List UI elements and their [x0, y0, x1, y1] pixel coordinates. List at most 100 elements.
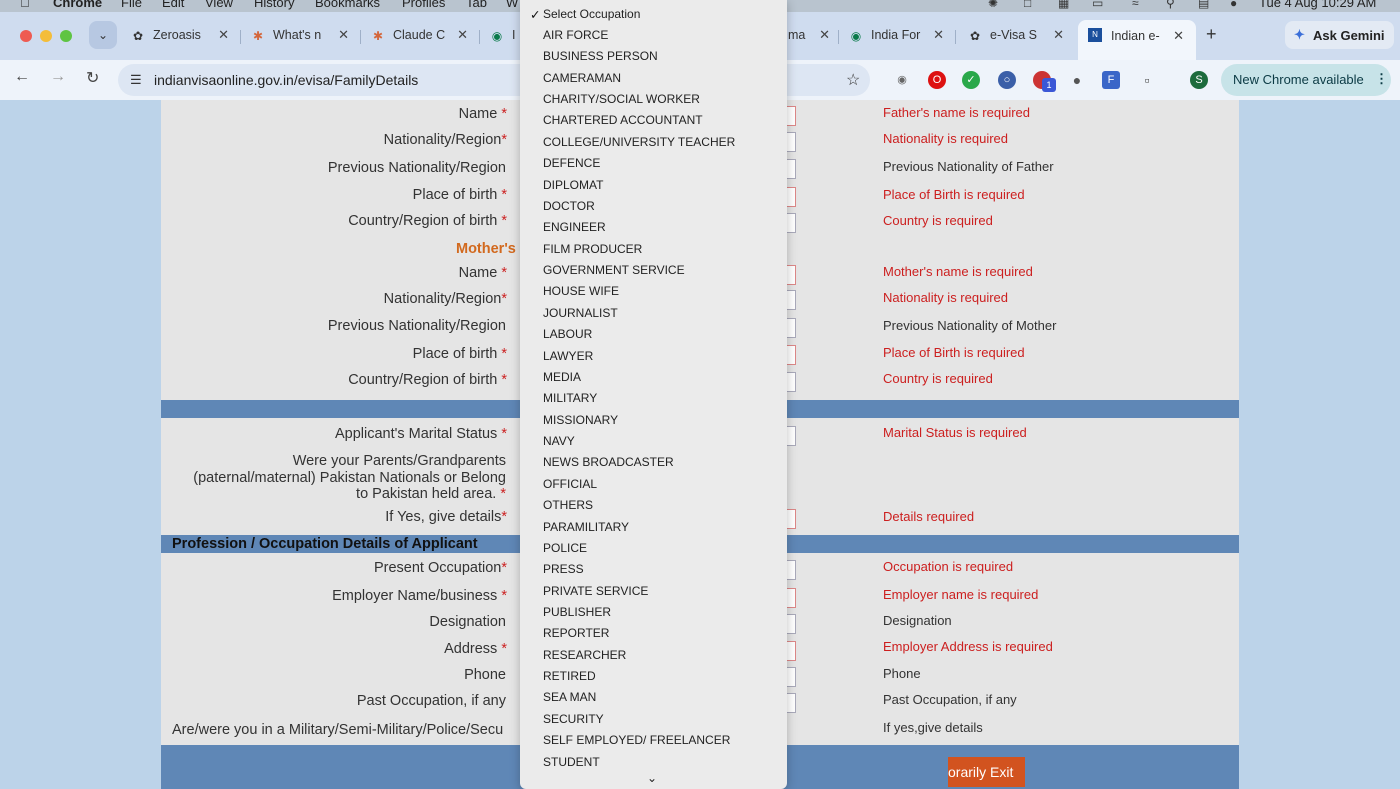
past-occupation-select-edge[interactable]	[787, 693, 796, 713]
reload-icon[interactable]: ↻	[86, 68, 99, 88]
employer-name-input-edge[interactable]	[787, 588, 796, 608]
dropdown-option[interactable]: PUBLISHER	[543, 605, 611, 619]
dropdown-option[interactable]: RESEARCHER	[543, 648, 626, 662]
marital-status-select-edge[interactable]	[787, 426, 796, 446]
dropdown-option[interactable]: LABOUR	[543, 327, 592, 341]
dropdown-option[interactable]: BUSINESS PERSON	[543, 49, 658, 63]
dropdown-option[interactable]: OFFICIAL	[543, 477, 597, 491]
menu-bookmarks[interactable]: Bookmarks	[315, 0, 380, 10]
present-occupation-select-edge[interactable]	[787, 560, 796, 580]
menu-file[interactable]: File	[121, 0, 142, 10]
bookmark-star-icon[interactable]: ☆	[846, 70, 860, 90]
dropdown-option[interactable]: PRESS	[543, 562, 584, 576]
wifi-icon[interactable]: ≈	[1132, 0, 1139, 10]
tab-evisa[interactable]: ✿ e-Visa S ✕	[968, 22, 1064, 50]
apple-icon[interactable]: 	[20, 0, 30, 10]
camera-extension-icon[interactable]: ◉	[893, 71, 911, 89]
dropdown-option[interactable]: DEFENCE	[543, 156, 600, 170]
yes-details-input-edge[interactable]	[787, 509, 796, 529]
dropdown-option[interactable]: HOUSE WIFE	[543, 284, 619, 298]
menu-history[interactable]: History	[254, 0, 294, 10]
p-icon[interactable]: □	[1024, 0, 1031, 10]
dropdown-option[interactable]: REPORTER	[543, 626, 609, 640]
father-name-input-edge[interactable]	[787, 106, 796, 126]
menu-view[interactable]: View	[205, 0, 233, 10]
close-icon[interactable]: ✕	[933, 27, 944, 43]
occupation-dropdown-list[interactable]: ✓ Select Occupation AIR FORCE BUSINESS PE…	[520, 0, 787, 789]
mother-nationality-select-edge[interactable]	[787, 290, 796, 310]
dropdown-option[interactable]: JOURNALIST	[543, 306, 618, 320]
menu-window[interactable]: W	[506, 0, 518, 10]
menu-tab[interactable]: Tab	[466, 0, 487, 10]
tab-search-button[interactable]: ⌄	[89, 21, 117, 49]
mother-country-select-edge[interactable]	[787, 372, 796, 392]
maximize-window-button[interactable]	[60, 30, 72, 42]
dropdown-option[interactable]: POLICE	[543, 541, 587, 555]
dropdown-option[interactable]: ENGINEER	[543, 220, 606, 234]
check-extension-icon[interactable]: ✓	[962, 71, 980, 89]
close-icon[interactable]: ✕	[1053, 27, 1064, 43]
dropdown-option[interactable]: OTHERS	[543, 498, 593, 512]
dropdown-option[interactable]: GOVERNMENT SERVICE	[543, 263, 685, 277]
close-icon[interactable]: ✕	[1173, 28, 1184, 44]
forward-icon[interactable]: →	[50, 68, 66, 86]
close-window-button[interactable]	[20, 30, 32, 42]
menu-app-name[interactable]: Chrome	[53, 0, 102, 10]
dropdown-option[interactable]: MILITARY	[543, 391, 597, 405]
dropdown-option[interactable]: PARAMILITARY	[543, 520, 629, 534]
tab-tripadvisor-partial[interactable]: ◉ I	[490, 22, 520, 50]
father-prev-nationality-select-edge[interactable]	[787, 159, 796, 179]
tab-india-forum[interactable]: ◉ India For ✕	[849, 22, 944, 50]
dropdown-option[interactable]: COLLEGE/UNIVERSITY TEACHER	[543, 135, 735, 149]
dropdown-option[interactable]: CHARTERED ACCOUNTANT	[543, 113, 703, 127]
dropdown-option[interactable]: NEWS BROADCASTER	[543, 455, 674, 469]
control-center-icon[interactable]: ▤	[1198, 0, 1209, 10]
dropdown-option[interactable]: SECURITY	[543, 712, 604, 726]
battery-icon[interactable]: ▭	[1092, 0, 1103, 10]
mother-name-input-edge[interactable]	[787, 265, 796, 285]
dropdown-option[interactable]: CHARITY/SOCIAL WORKER	[543, 92, 700, 106]
puzzle-extensions-icon[interactable]: ▫	[1138, 71, 1156, 89]
new-tab-plus-icon[interactable]: +	[1206, 24, 1217, 45]
dropdown-option[interactable]: RETIRED	[543, 669, 596, 683]
ring-extension-icon[interactable]: ○	[998, 71, 1016, 89]
mother-prev-nationality-select-edge[interactable]	[787, 318, 796, 338]
tab-whats-new[interactable]: ✱ What's n ✕	[251, 22, 349, 50]
chevron-down-icon[interactable]: ⌄	[647, 771, 657, 785]
dropdown-option[interactable]: FILM PRODUCER	[543, 242, 642, 256]
minimize-window-button[interactable]	[40, 30, 52, 42]
temporarily-exit-button[interactable]: orarily Exit	[948, 757, 1025, 787]
phone-input-edge[interactable]	[787, 667, 796, 687]
dropdown-option[interactable]: CAMERAMAN	[543, 71, 621, 85]
address-url[interactable]: indianvisaonline.gov.in/evisa/FamilyDeta…	[154, 72, 418, 88]
tab-zeroasis[interactable]: ✿ Zeroasis ✕	[131, 22, 229, 50]
ask-gemini-button[interactable]: ✦ Ask Gemini	[1285, 21, 1394, 49]
tab-indian-evisa-active[interactable]: N Indian e- ✕	[1078, 20, 1196, 60]
menu-profiles[interactable]: Profiles	[402, 0, 445, 10]
dropdown-option[interactable]: SEA MAN	[543, 690, 596, 704]
site-info-icon[interactable]: ☰	[130, 72, 142, 88]
dropdown-option[interactable]: DIPLOMAT	[543, 178, 603, 192]
dropdown-option[interactable]: NAVY	[543, 434, 575, 448]
tab-hidden-partial[interactable]: ma ✕	[788, 22, 830, 50]
close-icon[interactable]: ✕	[457, 27, 468, 43]
father-birthplace-input-edge[interactable]	[787, 187, 796, 207]
avatar[interactable]: S	[1190, 71, 1208, 89]
dropdown-option[interactable]: DOCTOR	[543, 199, 595, 213]
microphone-icon[interactable]: ●	[1068, 71, 1086, 89]
dropdown-option[interactable]: AIR FORCE	[543, 28, 608, 42]
dropdown-option[interactable]: SELF EMPLOYED/ FREELANCER	[543, 733, 730, 747]
back-icon[interactable]: ←	[14, 68, 30, 86]
dropdown-option[interactable]: MISSIONARY	[543, 413, 618, 427]
dropdown-option[interactable]: LAWYER	[543, 349, 593, 363]
translate-extension-icon[interactable]: F	[1102, 71, 1120, 89]
opera-extension-icon[interactable]: O	[928, 71, 946, 89]
sparkle-icon[interactable]: ✺	[988, 0, 998, 10]
tab-claude[interactable]: ✱ Claude C ✕	[371, 22, 468, 50]
father-country-select-edge[interactable]	[787, 213, 796, 233]
dropdown-option[interactable]: PRIVATE SERVICE	[543, 584, 648, 598]
dropdown-option[interactable]: MEDIA	[543, 370, 581, 384]
close-icon[interactable]: ✕	[218, 27, 229, 43]
dropdown-option-selected[interactable]: Select Occupation	[543, 7, 640, 21]
siri-icon[interactable]: ●	[1230, 0, 1237, 10]
